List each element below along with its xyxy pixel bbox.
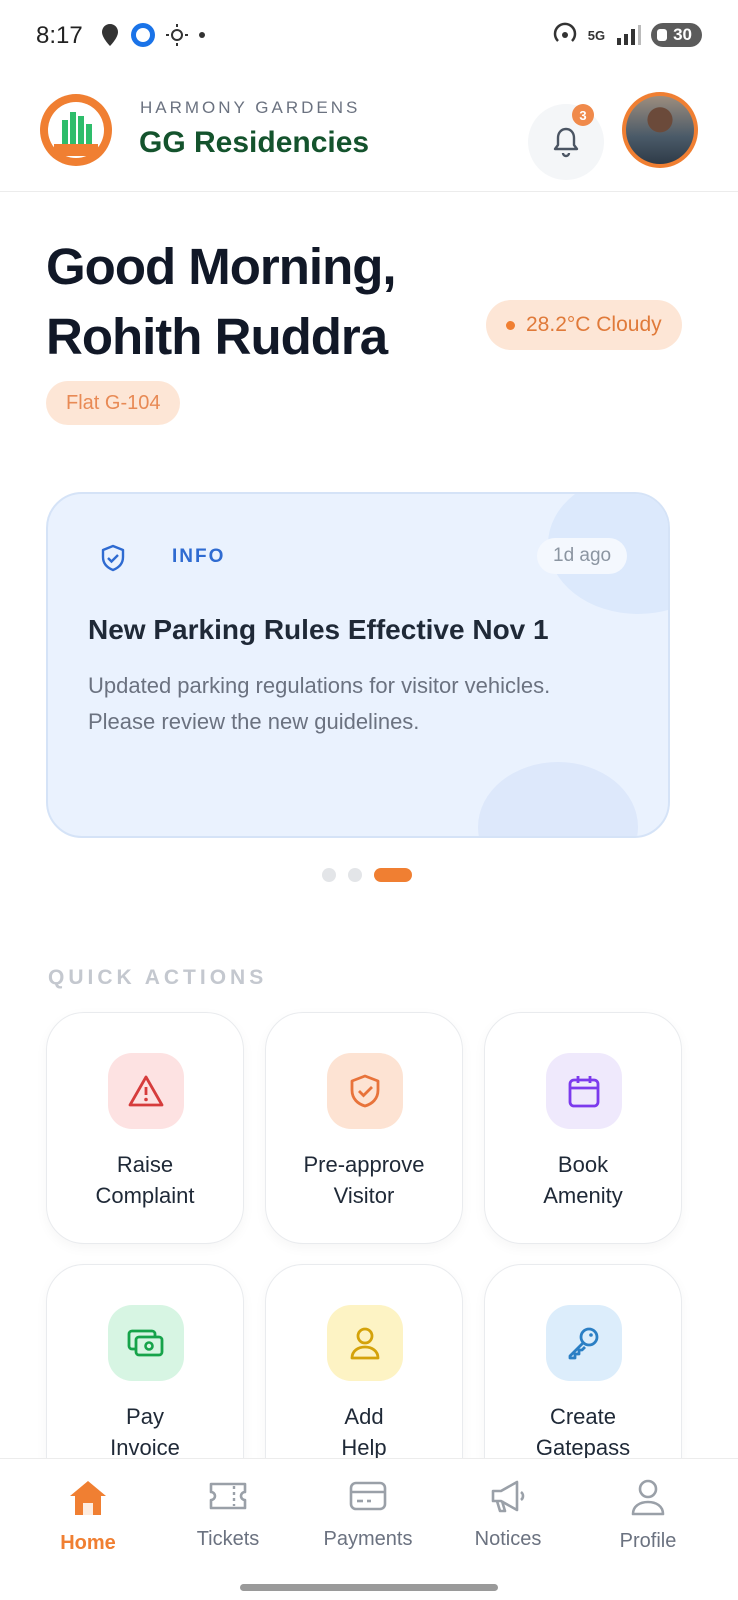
home-indicator[interactable]	[240, 1584, 498, 1591]
bottom-nav: Home Tickets Payments Notices Profile	[0, 1458, 738, 1600]
quick-actions-title: QUICK ACTIONS	[48, 966, 268, 989]
brightness-icon	[166, 24, 188, 46]
tile-label: Create	[549, 1404, 617, 1429]
status-icons-right: 5G 30	[552, 22, 702, 48]
ticket-icon	[209, 1482, 247, 1510]
network-type: 5G	[587, 27, 606, 43]
hotspot-icon	[553, 22, 576, 42]
tile-label: Raise	[116, 1152, 174, 1177]
nav-notices[interactable]: Notices	[448, 1477, 568, 1551]
tile-label: Pre-approve	[303, 1152, 425, 1177]
greeting-line: Good Morning,	[46, 238, 397, 295]
notice-tag: INFO	[172, 546, 226, 567]
shield-check-icon	[327, 1053, 403, 1129]
carousel-dot[interactable]	[322, 868, 336, 882]
nav-label: Payments	[323, 1528, 413, 1550]
cash-icon	[108, 1305, 184, 1381]
tile-label: Visitor	[333, 1183, 395, 1208]
card-icon	[349, 1481, 387, 1511]
home-icon	[70, 1481, 106, 1515]
tile-label: Book	[557, 1152, 609, 1177]
avatar[interactable]	[622, 92, 698, 168]
dot-icon	[199, 32, 205, 38]
weather-badge: 28.2°C Cloudy	[486, 300, 682, 350]
greeting: Good Morning, Rohith Ruddra	[46, 232, 397, 372]
raise-complaint-button[interactable]: Raise Complaint	[46, 1012, 244, 1244]
key-icon	[546, 1305, 622, 1381]
notice-card[interactable]: INFO 1d ago New Parking Rules Effective …	[46, 492, 670, 838]
status-icons-left	[100, 22, 206, 48]
nav-tickets[interactable]: Tickets	[168, 1477, 288, 1551]
megaphone-icon	[491, 1480, 525, 1513]
globe-icon	[131, 23, 155, 47]
notice-body: Updated parking regulations for visitor …	[88, 673, 551, 734]
tile-label: Complaint	[95, 1183, 195, 1208]
nav-label: Profile	[619, 1530, 677, 1552]
carousel-dot-active[interactable]	[374, 868, 412, 882]
pre-approve-visitor-button[interactable]: Pre-approve Visitor	[265, 1012, 463, 1244]
bell-icon	[553, 127, 579, 158]
nav-label: Tickets	[196, 1528, 260, 1550]
nav-label: Notices	[474, 1528, 542, 1550]
carousel-dot[interactable]	[348, 868, 362, 882]
notice-time: 1d ago	[537, 538, 628, 574]
book-amenity-button[interactable]: Book Amenity	[484, 1012, 682, 1244]
nav-payments[interactable]: Payments	[308, 1477, 428, 1551]
user-icon	[327, 1305, 403, 1381]
battery-indicator: 30	[651, 23, 702, 47]
brand-subtitle: HARMONY GARDENS	[140, 98, 361, 117]
signal-icon	[617, 25, 642, 45]
warning-icon	[108, 1053, 184, 1129]
status-time: 8:17	[36, 22, 83, 49]
notice-title: New Parking Rules Effective Nov 1	[88, 614, 549, 645]
tile-label: Amenity	[543, 1183, 623, 1208]
flat-badge: Flat G-104	[46, 381, 181, 425]
app-logo	[40, 94, 112, 166]
tile-label: Add	[344, 1404, 384, 1429]
notification-badge: 3	[572, 104, 594, 126]
tile-label: Pay	[126, 1404, 164, 1429]
location-icon	[102, 24, 118, 46]
nav-label: Home	[60, 1532, 116, 1554]
nav-home[interactable]: Home	[28, 1477, 148, 1555]
shield-check-icon	[101, 544, 125, 572]
person-icon	[631, 1479, 665, 1516]
brand-title: GG Residencies	[139, 126, 370, 159]
carousel-dots	[322, 868, 412, 882]
nav-profile[interactable]: Profile	[588, 1477, 708, 1553]
user-name: Rohith Ruddra	[46, 308, 388, 365]
calendar-icon	[546, 1053, 622, 1129]
status-bar: 8:17 5G 30	[0, 0, 738, 76]
